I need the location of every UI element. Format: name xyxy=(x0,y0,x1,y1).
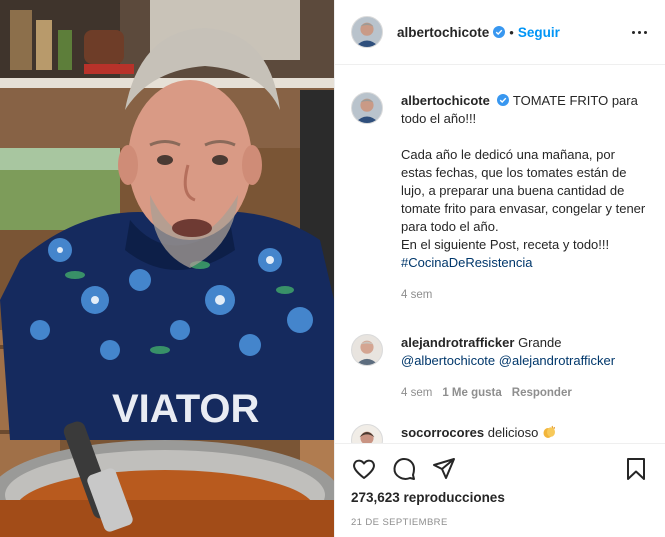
comment-mention[interactable]: @alejandrotrafficker xyxy=(499,353,615,368)
comment-body: socorrocores delicioso xyxy=(401,424,649,443)
post-caption: albertochicote TOMATE FRITO para todo el… xyxy=(351,92,649,304)
comment-meta: 4 sem 1 Me gusta Responder xyxy=(401,384,649,402)
post-header: albertochicote • Seguir xyxy=(335,0,665,65)
verified-badge-icon xyxy=(497,94,510,106)
caption-text: TOMATE FRITO para todo el año!!! Cada añ… xyxy=(401,93,646,252)
heart-icon[interactable] xyxy=(351,456,377,482)
share-icon[interactable] xyxy=(431,456,457,482)
caption-username[interactable]: albertochicote xyxy=(401,93,490,108)
comment-body: alejandrotrafficker Grande @albertochico… xyxy=(401,334,649,402)
bookmark-icon[interactable] xyxy=(623,456,649,482)
separator-dot: • xyxy=(509,24,514,40)
reply-button[interactable]: Responder xyxy=(512,384,572,402)
comment-text: Grande xyxy=(518,335,562,350)
jersey-text: VIATOR xyxy=(112,387,260,431)
clapping-hands-icon xyxy=(543,425,555,438)
header-username[interactable]: albertochicote xyxy=(397,25,489,40)
profile-picture xyxy=(352,93,382,123)
profile-picture xyxy=(352,335,382,365)
instagram-post: VIATOR albertochicote • Seguir albertoch… xyxy=(0,0,665,537)
comments-section[interactable]: albertochicote TOMATE FRITO para todo el… xyxy=(335,66,665,443)
comment-text: delicioso xyxy=(487,425,539,440)
more-options-icon[interactable] xyxy=(631,24,649,42)
caption-meta: 4 sem xyxy=(401,286,649,304)
comment-username[interactable]: alejandrotrafficker xyxy=(401,335,514,350)
avatar[interactable] xyxy=(351,424,383,443)
video-frame-illustration: VIATOR xyxy=(0,0,334,537)
avatar[interactable] xyxy=(351,92,383,124)
caption-time[interactable]: 4 sem xyxy=(401,286,432,304)
caption-body: albertochicote TOMATE FRITO para todo el… xyxy=(401,92,649,304)
comment-likes[interactable]: 1 Me gusta xyxy=(442,384,501,402)
caption-hashtag[interactable]: #CocinaDeResistencia xyxy=(401,254,649,272)
comment-item: alejandrotrafficker Grande @albertochico… xyxy=(351,334,649,402)
avatar[interactable] xyxy=(351,16,383,48)
action-icons xyxy=(335,444,665,492)
post-details-panel: albertochicote • Seguir albertochicote T… xyxy=(334,0,665,537)
profile-picture xyxy=(352,17,382,47)
comment-icon[interactable] xyxy=(391,456,417,482)
post-actions: 273,623 reproducciones 21 DE SEPTIEMBRE xyxy=(335,443,665,537)
profile-picture xyxy=(352,425,382,443)
comment-username[interactable]: socorrocores xyxy=(401,425,484,440)
post-date[interactable]: 21 DE SEPTIEMBRE xyxy=(351,517,448,528)
follow-button[interactable]: Seguir xyxy=(518,25,560,40)
verified-badge-icon xyxy=(493,26,506,38)
comment-time[interactable]: 4 sem xyxy=(401,384,432,402)
comment-item: socorrocores delicioso xyxy=(351,424,649,443)
post-video[interactable]: VIATOR xyxy=(0,0,334,537)
comment-mention[interactable]: @albertochicote xyxy=(401,353,495,368)
avatar[interactable] xyxy=(351,334,383,366)
view-count[interactable]: 273,623 reproducciones xyxy=(351,490,505,505)
